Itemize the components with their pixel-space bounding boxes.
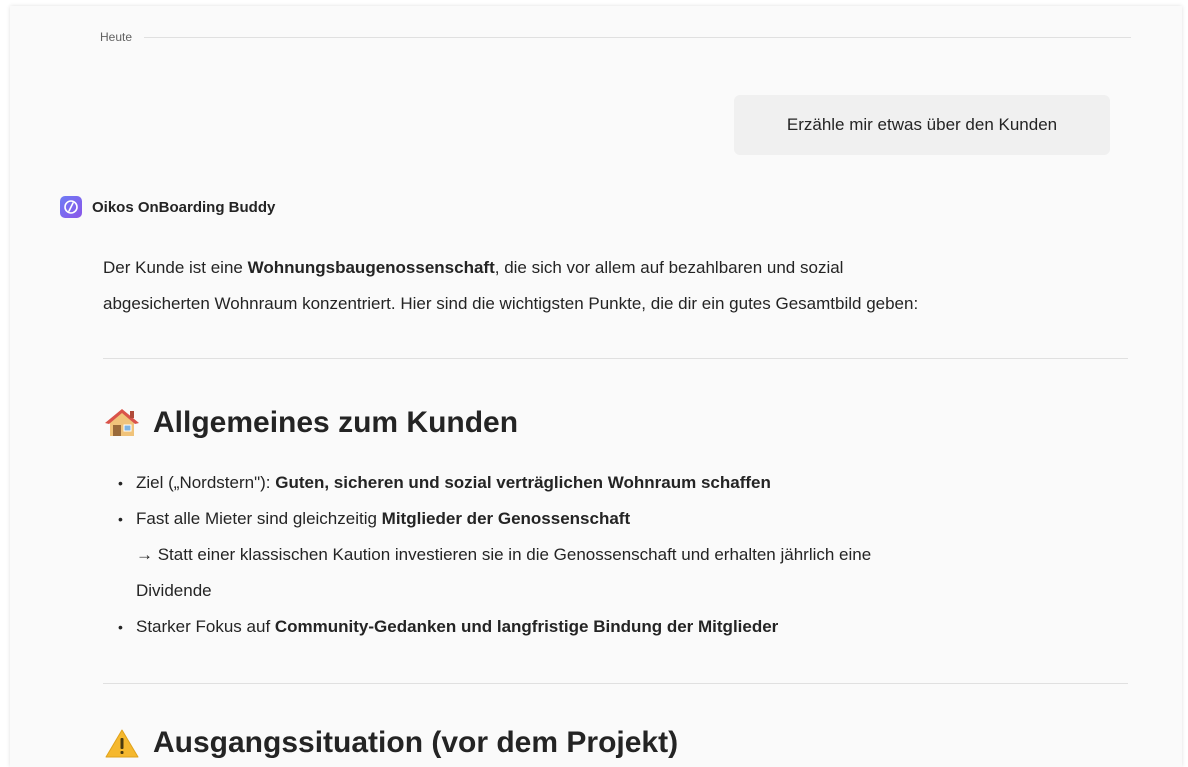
bot-name: Oikos OnBoarding Buddy	[92, 198, 276, 216]
list-item: Ziel („Nordstern"): Guten, sicheren und …	[118, 465, 1128, 501]
bullet-bold: Mitglieder der Genossenschaft	[381, 509, 631, 528]
list-item: Starker Fokus auf Community-Gedanken und…	[118, 609, 1128, 645]
intro-line-2: abgesicherten Wohnraum konzentriert. Hie…	[103, 294, 919, 313]
bullet-subline: → Statt einer klassischen Kaution invest…	[136, 545, 872, 564]
bullet-text: Ziel („Nordstern"):	[136, 473, 276, 492]
date-label: Heute	[100, 30, 133, 44]
user-message-text: Erzähle mir etwas über den Kunden	[786, 115, 1058, 134]
date-divider: Heute	[100, 30, 1131, 44]
bullet-text: Starker Fokus auf	[136, 617, 275, 636]
bullet-subline: Dividende	[136, 581, 212, 600]
bullet-bold: Community-Gedanken und langfristige Bind…	[274, 617, 779, 636]
bot-header: Oikos OnBoarding Buddy	[60, 196, 275, 218]
intro-line-1: Der Kunde ist eine Wohnungsbaugenossensc…	[103, 250, 1143, 286]
section-title: Allgemeines zum Kunden	[153, 406, 519, 439]
chat-panel: Heute Erzähle mir etwas über den Kunden …	[10, 6, 1182, 767]
bot-avatar[interactable]	[60, 196, 82, 218]
house-icon	[105, 409, 139, 436]
bullet-bold: Guten, sicheren und sozial verträglichen…	[275, 473, 771, 492]
bullet-text: Fast alle Mieter sind gleichzeitig	[136, 509, 382, 528]
bullet-list: Ziel („Nordstern"): Guten, sicheren und …	[118, 465, 1128, 645]
section-heading: Ausgangssituation (vor dem Projekt)	[105, 726, 678, 760]
intro-text: Der Kunde ist eine	[103, 258, 248, 277]
section-divider	[103, 683, 1128, 684]
warning-icon	[105, 729, 139, 758]
section-title: Ausgangssituation (vor dem Projekt)	[153, 726, 679, 759]
bot-message: Der Kunde ist eine Wohnungsbaugenossensc…	[103, 250, 1143, 322]
section-divider	[103, 358, 1128, 359]
divider-line	[144, 36, 1131, 38]
intro-bold: Wohnungsbaugenossenschaft	[247, 258, 495, 277]
slash-circle-icon	[64, 200, 78, 214]
list-item: Fast alle Mieter sind gleichzeitig Mitgl…	[118, 501, 1128, 609]
intro-text: , die sich vor allem auf bezahlbaren und…	[494, 258, 844, 277]
user-message-bubble[interactable]: Erzähle mir etwas über den Kunden	[734, 95, 1110, 155]
section-heading: Allgemeines zum Kunden	[105, 406, 518, 440]
